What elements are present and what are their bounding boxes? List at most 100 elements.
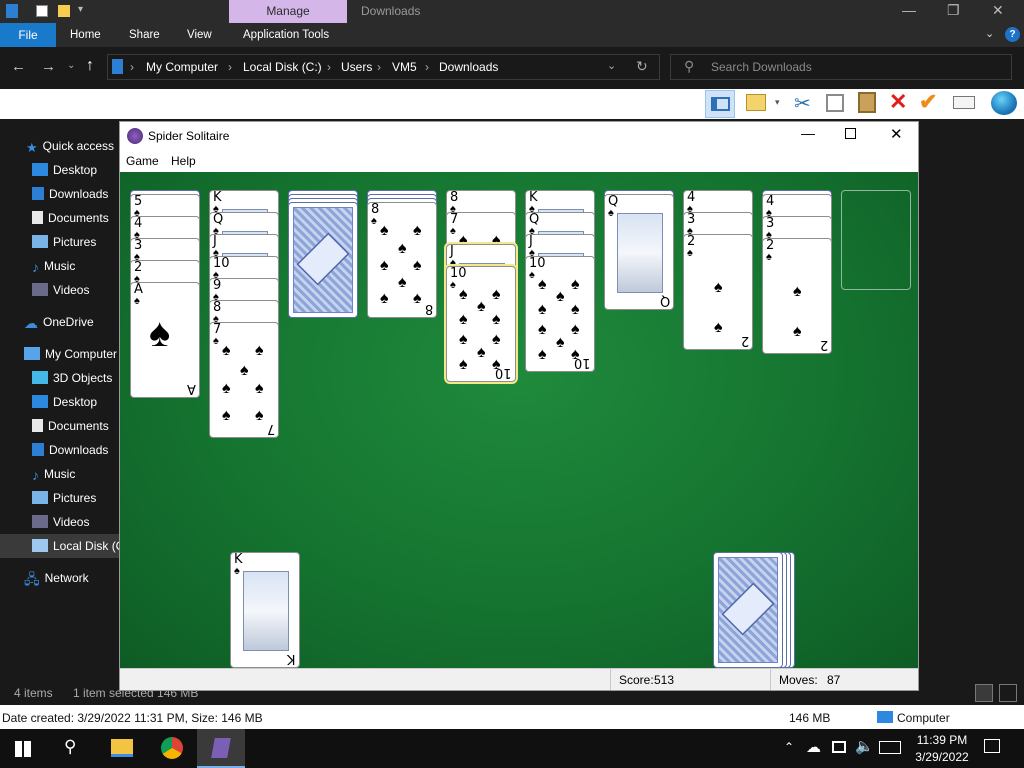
tab-view[interactable]: View [187,29,212,41]
clock-time[interactable]: 11:39 PM [912,733,972,747]
spade-icon: ♠ [714,319,723,336]
restore-icon[interactable]: ❐ [947,2,960,19]
delete-icon[interactable]: ✕ [889,89,907,115]
breadcrumb-separator-icon: › [425,60,429,74]
search-icon[interactable]: ⚲ [64,737,76,757]
spade-icon: ♠ [222,380,231,397]
properties-card-icon[interactable] [953,96,975,109]
card-back[interactable] [288,202,358,318]
breadcrumb-vm5[interactable]: VM5 [392,60,417,74]
minimize-icon[interactable]: — [902,2,916,18]
playing-card[interactable]: 7♠♠♠♠♠♠♠♠7 [209,322,279,438]
folder-options-icon[interactable] [746,94,766,111]
file-explorer-icon[interactable] [111,739,133,757]
properties-icon[interactable] [36,5,48,17]
card-back[interactable] [713,552,783,668]
close-icon[interactable]: ✕ [890,125,903,143]
playing-card[interactable]: 10♠♠♠♠♠♠♠♠♠♠♠10 [525,256,595,372]
breadcrumb-my-computer[interactable]: My Computer [146,60,218,74]
refresh-icon[interactable]: ↻ [636,58,648,75]
search-input[interactable]: Search Downloads [670,54,1012,80]
network-icon[interactable] [832,741,846,753]
cut-icon[interactable]: ✂ [794,91,811,116]
maximize-icon[interactable] [845,128,856,139]
taskbar: ⚲ ⌃ ☁ 🔈 11:39 PM 3/29/2022 [0,729,1024,768]
details-view-icon[interactable] [975,684,993,702]
qat-dropdown-icon[interactable]: ▾ [78,4,83,15]
nav-downloads-2[interactable]: Downloads [0,438,119,462]
nav-documents[interactable]: Documents [0,206,119,230]
game-board[interactable]: 5♠♠♠♠♠♠54♠♠♠♠♠43♠♠♠♠32♠♠♠2A♠♠AK♠KQ♠QJ♠J1… [120,172,918,668]
keyboard-icon[interactable] [879,741,901,754]
start-icon[interactable] [15,741,31,757]
tab-share[interactable]: Share [129,29,160,41]
playing-card[interactable]: 2♠♠♠2 [762,238,832,354]
computer-icon [24,347,40,360]
nav-quick-access[interactable]: ★ Quick access [0,134,119,158]
back-arrow-icon[interactable]: ← [11,58,26,75]
nav-label: OneDrive [43,315,94,329]
menu-help[interactable]: Help [171,154,196,168]
rename-check-icon[interactable]: ✔ [919,89,937,115]
nav-pictures[interactable]: Pictures [0,230,119,254]
nav-desktop-2[interactable]: Desktop [0,390,119,414]
score-label: Score: [619,673,654,687]
recent-locations-icon[interactable]: ⌄ [67,60,75,71]
nav-network[interactable]: 🖧 Network [0,566,119,590]
spade-icon: ♠ [413,257,422,274]
breadcrumb-local-disk[interactable]: Local Disk (C:) [243,60,322,74]
paste-icon[interactable] [858,92,876,113]
tab-home[interactable]: Home [70,29,101,41]
spade-icon: ♠ [398,274,407,291]
up-arrow-icon[interactable]: ↑ [86,57,94,75]
tab-application-tools[interactable]: Application Tools [243,29,329,41]
copy-icon[interactable] [826,94,844,112]
breadcrumb-users[interactable]: Users [341,60,372,74]
new-folder-icon[interactable] [58,5,70,17]
help-icon[interactable]: ? [1005,27,1020,42]
nav-my-computer[interactable]: My Computer [0,342,119,366]
folder-options-dropdown-icon[interactable]: ▾ [775,97,780,108]
expand-ribbon-icon[interactable]: ⌄ [985,27,994,40]
clock-date[interactable]: 3/29/2022 [912,750,972,764]
nav-downloads[interactable]: Downloads [0,182,119,206]
nav-videos-2[interactable]: Videos [0,510,119,534]
forward-arrow-icon[interactable]: → [41,58,56,75]
large-icons-view-icon[interactable] [999,684,1017,702]
globe-icon[interactable] [991,91,1017,115]
playing-card[interactable]: A ♠ ♠ A [130,282,200,398]
empty-column-slot[interactable] [841,190,911,290]
playing-card[interactable]: 2♠♠♠2 [683,234,753,350]
nav-documents-2[interactable]: Documents [0,414,119,438]
tray-expand-icon[interactable]: ⌃ [784,740,794,754]
nav-label: Local Disk (C:) [53,539,119,553]
nav-music-2[interactable]: ♪ Music [0,462,119,486]
playing-card[interactable]: 8♠♠♠♠♠♠♠♠♠8 [367,202,437,318]
nav-3d-objects[interactable]: 3D Objects [0,366,119,390]
completed-sequence-king[interactable]: K ♠ K [230,552,300,668]
address-dropdown-icon[interactable]: ⌄ [607,59,616,72]
onedrive-cloud-icon[interactable]: ☁ [806,738,821,756]
nav-videos[interactable]: Videos [0,278,119,302]
breadcrumb-downloads[interactable]: Downloads [439,60,498,74]
playing-card[interactable]: Q♠Q [604,194,674,310]
spade-icon: ♠ [255,342,264,359]
chrome-icon[interactable] [161,737,183,759]
menu-game[interactable]: Game [126,154,159,168]
minimize-icon[interactable]: — [801,125,815,141]
nav-onedrive[interactable]: ☁ OneDrive [0,310,119,334]
card-rank: A [187,381,196,396]
notifications-icon[interactable] [984,739,1000,753]
nav-music[interactable]: ♪ Music [0,254,119,278]
tab-file[interactable]: File [0,23,56,47]
spade-icon: ♠ [222,342,231,359]
close-icon[interactable]: ✕ [992,2,1004,19]
nav-desktop[interactable]: Desktop [0,158,119,182]
playing-card[interactable]: 10♠♠♠♠♠♠♠♠♠♠♠10 [446,266,516,382]
manage-context-tab[interactable]: Manage [229,0,347,23]
card-rank: 2 [819,337,828,352]
volume-muted-icon[interactable]: 🔈 [855,737,874,755]
nav-pictures-2[interactable]: Pictures [0,486,119,510]
spider-solitaire-window: Spider Solitaire — ✕ Game Help 5♠♠♠♠♠♠54… [119,121,919,691]
nav-local-disk[interactable]: Local Disk (C:) [0,534,119,558]
